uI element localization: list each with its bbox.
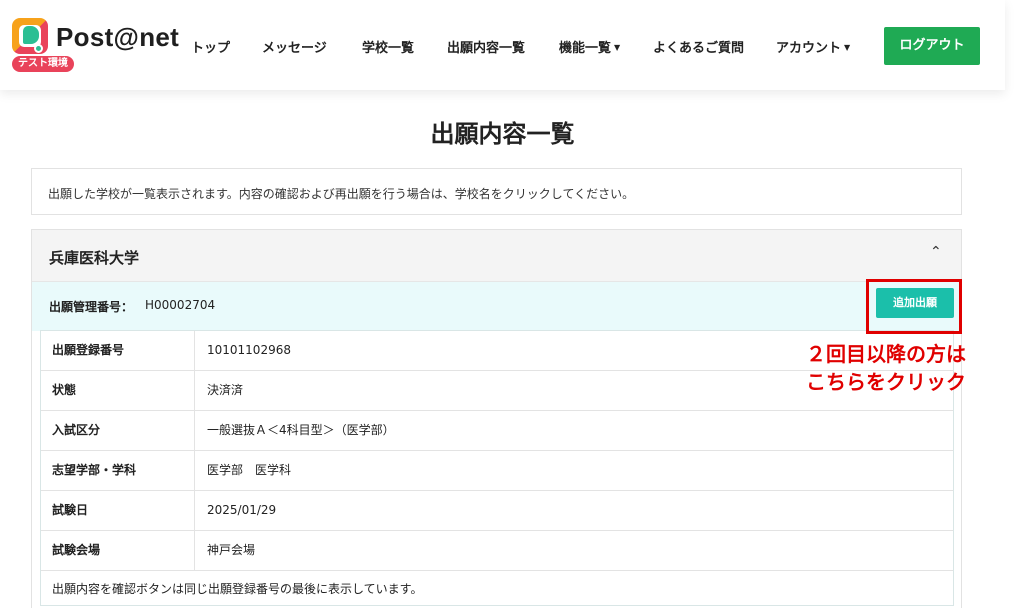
table-row: 志望学部・学科 医学部 医学科 bbox=[41, 451, 953, 491]
caret-down-icon: ▼ bbox=[614, 43, 621, 52]
row-label: 試験日 bbox=[41, 491, 195, 530]
application-card: 兵庫医科大学 ⌃ 出願管理番号： H00002704 追加出願 出願登録番号 1… bbox=[31, 229, 962, 608]
page-title: 出願内容一覧 bbox=[430, 120, 575, 148]
row-value: 10101102968 bbox=[207, 343, 291, 357]
logo-p-shape bbox=[23, 26, 39, 44]
nav-item-faq[interactable]: よくあるご質問 bbox=[653, 37, 744, 56]
row-label: 状態 bbox=[41, 371, 195, 410]
brand-name[interactable]: Post@net bbox=[56, 22, 179, 53]
caret-down-icon: ▼ bbox=[844, 43, 851, 52]
row-label: 志望学部・学科 bbox=[41, 451, 195, 490]
site-header: Post@net テスト環境 トップ メッセージ 学校一覧 出願内容一覧 機能一… bbox=[0, 0, 1005, 90]
school-accordion-header[interactable]: 兵庫医科大学 ⌃ bbox=[32, 230, 961, 282]
table-row: 試験会場 神戸会場 bbox=[41, 531, 953, 571]
table-row: 試験日 2025/01/29 bbox=[41, 491, 953, 531]
nav-item-account[interactable]: アカウント ▼ bbox=[776, 37, 850, 56]
table-row: 入試区分 一般選抜Ａ＜4科目型＞（医学部） bbox=[41, 411, 953, 451]
row-label: 試験会場 bbox=[41, 531, 195, 570]
info-text: 出願した学校が一覧表示されます。内容の確認および再出願を行う場合は、学校名をクリ… bbox=[48, 187, 635, 201]
table-note-row: 出願内容を確認ボタンは同じ出願登録番号の最後に表示しています。 bbox=[41, 571, 953, 605]
management-number-label: 出願管理番号： bbox=[49, 300, 134, 314]
row-value: 決済済 bbox=[207, 383, 244, 397]
chevron-up-icon[interactable]: ⌃ bbox=[930, 244, 942, 260]
management-number-value: H00002704 bbox=[145, 298, 216, 312]
info-box: 出願した学校が一覧表示されます。内容の確認および再出願を行う場合は、学校名をクリ… bbox=[31, 168, 962, 215]
annotation-highlight-box bbox=[866, 279, 962, 334]
test-env-badge: テスト環境 bbox=[12, 56, 74, 72]
annotation-line-1: ２回目以降の方は bbox=[806, 342, 966, 366]
nav-item-application-list[interactable]: 出願内容一覧 bbox=[447, 37, 525, 56]
row-value: 神戸会場 bbox=[207, 543, 256, 557]
table-note: 出願内容を確認ボタンは同じ出願登録番号の最後に表示しています。 bbox=[52, 582, 423, 596]
management-number-row: 出願管理番号： H00002704 bbox=[32, 282, 961, 331]
nav-item-features[interactable]: 機能一覧 ▼ bbox=[559, 37, 620, 56]
annotation-line-2: こちらをクリック bbox=[806, 370, 966, 394]
school-name[interactable]: 兵庫医科大学 bbox=[49, 247, 139, 268]
annotation-callout: ２回目以降の方は こちらをクリック bbox=[760, 340, 966, 396]
row-value: 医学部 医学科 bbox=[207, 463, 292, 477]
nav-item-messages[interactable]: メッセージ bbox=[262, 37, 327, 56]
row-value: 一般選抜Ａ＜4科目型＞（医学部） bbox=[207, 423, 395, 437]
row-value: 2025/01/29 bbox=[207, 503, 277, 517]
logout-button[interactable]: ログアウト bbox=[884, 27, 980, 65]
logo-dot bbox=[34, 44, 43, 53]
nav-item-school-list[interactable]: 学校一覧 bbox=[362, 37, 414, 56]
nav-item-top[interactable]: トップ bbox=[191, 37, 230, 56]
row-label: 出願登録番号 bbox=[41, 331, 195, 370]
row-label: 入試区分 bbox=[41, 411, 195, 450]
